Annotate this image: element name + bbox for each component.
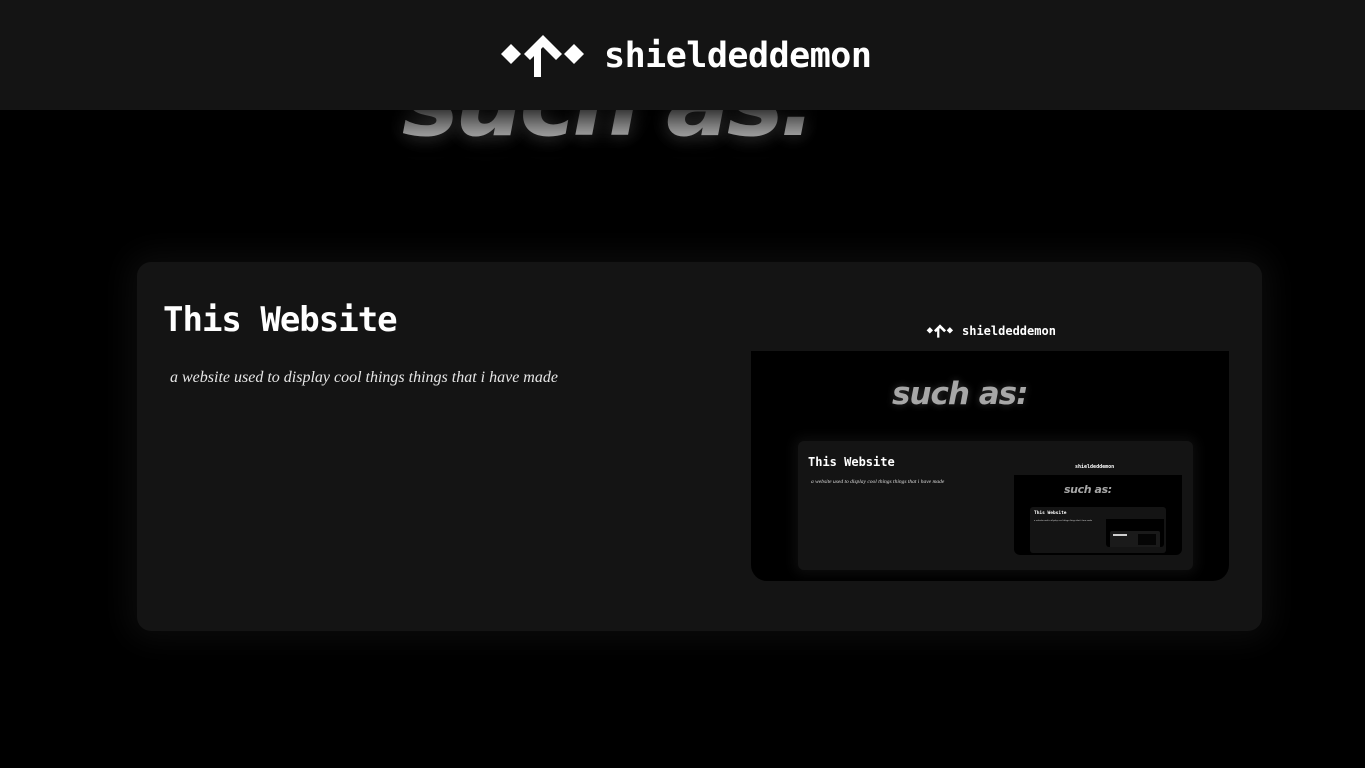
nested-preview-brand: shieldeddemon	[1075, 464, 1115, 470]
nested-preview-body: such as: This Website a website used to …	[1014, 475, 1182, 555]
preview-project-title: This Website	[808, 455, 895, 469]
deep-nested-preview-body	[1106, 519, 1164, 547]
project-preview-image: shieldeddemon such as: This Website a we…	[751, 314, 1229, 581]
deep-nested-preview-card	[1110, 531, 1160, 547]
nested-preview-header: shieldeddemon	[1014, 461, 1182, 475]
project-title: This Website	[163, 300, 398, 340]
project-description: a website used to display cool things th…	[170, 369, 558, 386]
shieldeddemon-logo-icon	[500, 34, 586, 78]
preview-body: such as: This Website a website used to …	[751, 351, 1229, 581]
preview-logo: shieldeddemon	[926, 324, 1056, 338]
deep-nested-preview-thumbnail	[1138, 534, 1156, 545]
nested-preview-image: shieldeddemon such as: This Website a we…	[1014, 461, 1182, 555]
nested-preview-description: a website used to display cool things th…	[1034, 519, 1092, 522]
deep-nested-preview-image	[1106, 513, 1164, 547]
preview-header: shieldeddemon	[751, 314, 1229, 351]
project-card[interactable]: This Website a website used to display c…	[137, 262, 1262, 631]
preview-project-description: a website used to display cool things th…	[811, 479, 945, 485]
page: shieldeddemon such as: This Website a we…	[0, 0, 1365, 768]
brand-name: shieldeddemon	[604, 35, 872, 76]
preview-hero-heading: such as:	[892, 376, 1029, 412]
preview-project-card: This Website a website used to display c…	[798, 441, 1193, 570]
nested-preview-title: This Website	[1034, 511, 1067, 516]
deep-nested-preview-title-line	[1113, 534, 1127, 536]
site-logo[interactable]: shieldeddemon	[500, 34, 872, 78]
nested-preview-hero-heading: such as:	[1064, 483, 1112, 496]
site-header: shieldeddemon	[0, 0, 1365, 110]
preview-brand: shieldeddemon	[962, 324, 1056, 338]
preview-logo-icon	[926, 324, 954, 338]
nested-preview-card: This Website a website used to display c…	[1030, 507, 1166, 553]
